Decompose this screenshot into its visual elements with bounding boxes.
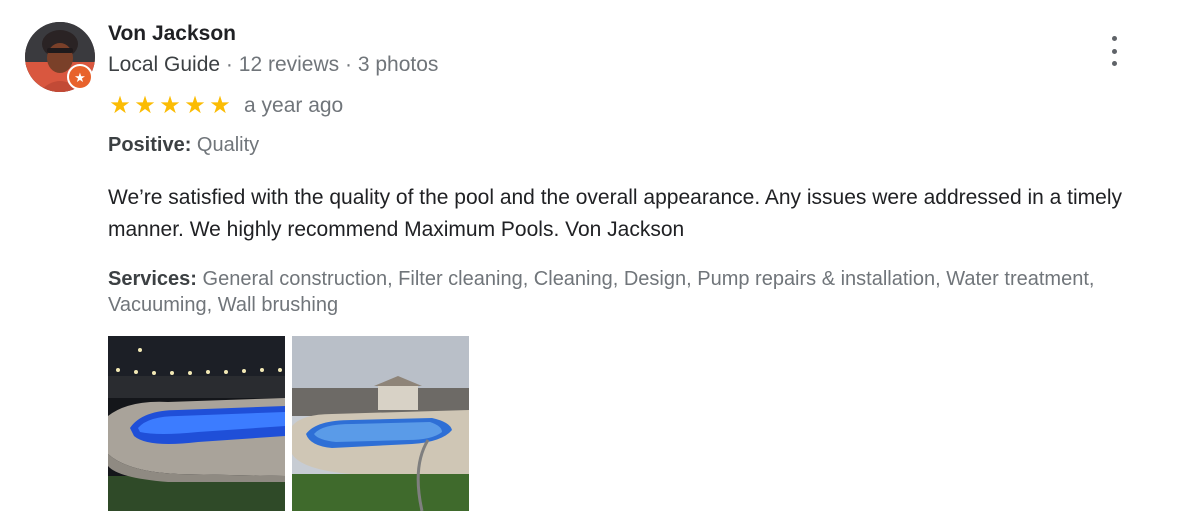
review-photo-night-pool[interactable] [108,336,285,511]
meta-separator: · [345,53,352,76]
star-rating: ★ ★ ★ ★ ★ [108,94,232,118]
reviewer-name[interactable]: Von Jackson [108,22,236,46]
avatar[interactable]: ★ [25,22,95,92]
star-icon: ★ [209,92,231,119]
services-label: Services: [108,268,197,290]
local-guide-star-icon: ★ [67,64,93,90]
star-icon: ★ [134,92,156,119]
reviewer-meta: Local Guide · 12 reviews · 3 photos [108,53,438,77]
more-vert-icon[interactable] [1100,36,1128,66]
review-text: We’re satisfied with the quality of the … [108,186,1123,241]
positive-attributes: Positive: Quality [108,134,259,157]
services-value: General construction, Filter cleaning, C… [108,268,1095,316]
positive-value: Quality [196,134,260,156]
meta-separator: · [225,53,233,76]
services: Services: General construction, Filter c… [108,266,1148,318]
star-icon: ★ [184,92,206,119]
local-guide-label: Local Guide [108,53,221,76]
star-icon: ★ [159,92,181,119]
review-photos [108,336,469,511]
review-card: ★ Von Jackson Local Guide · 12 reviews ·… [0,0,1200,525]
star-icon: ★ [109,92,131,119]
rating-row: ★ ★ ★ ★ ★ a year ago [108,92,343,120]
review-photo-day-pool[interactable] [292,336,469,511]
review-date: a year ago [244,94,344,117]
review-count[interactable]: 12 reviews [239,53,339,76]
positive-label: Positive: [108,134,192,156]
photo-count[interactable]: 3 photos [358,53,439,76]
